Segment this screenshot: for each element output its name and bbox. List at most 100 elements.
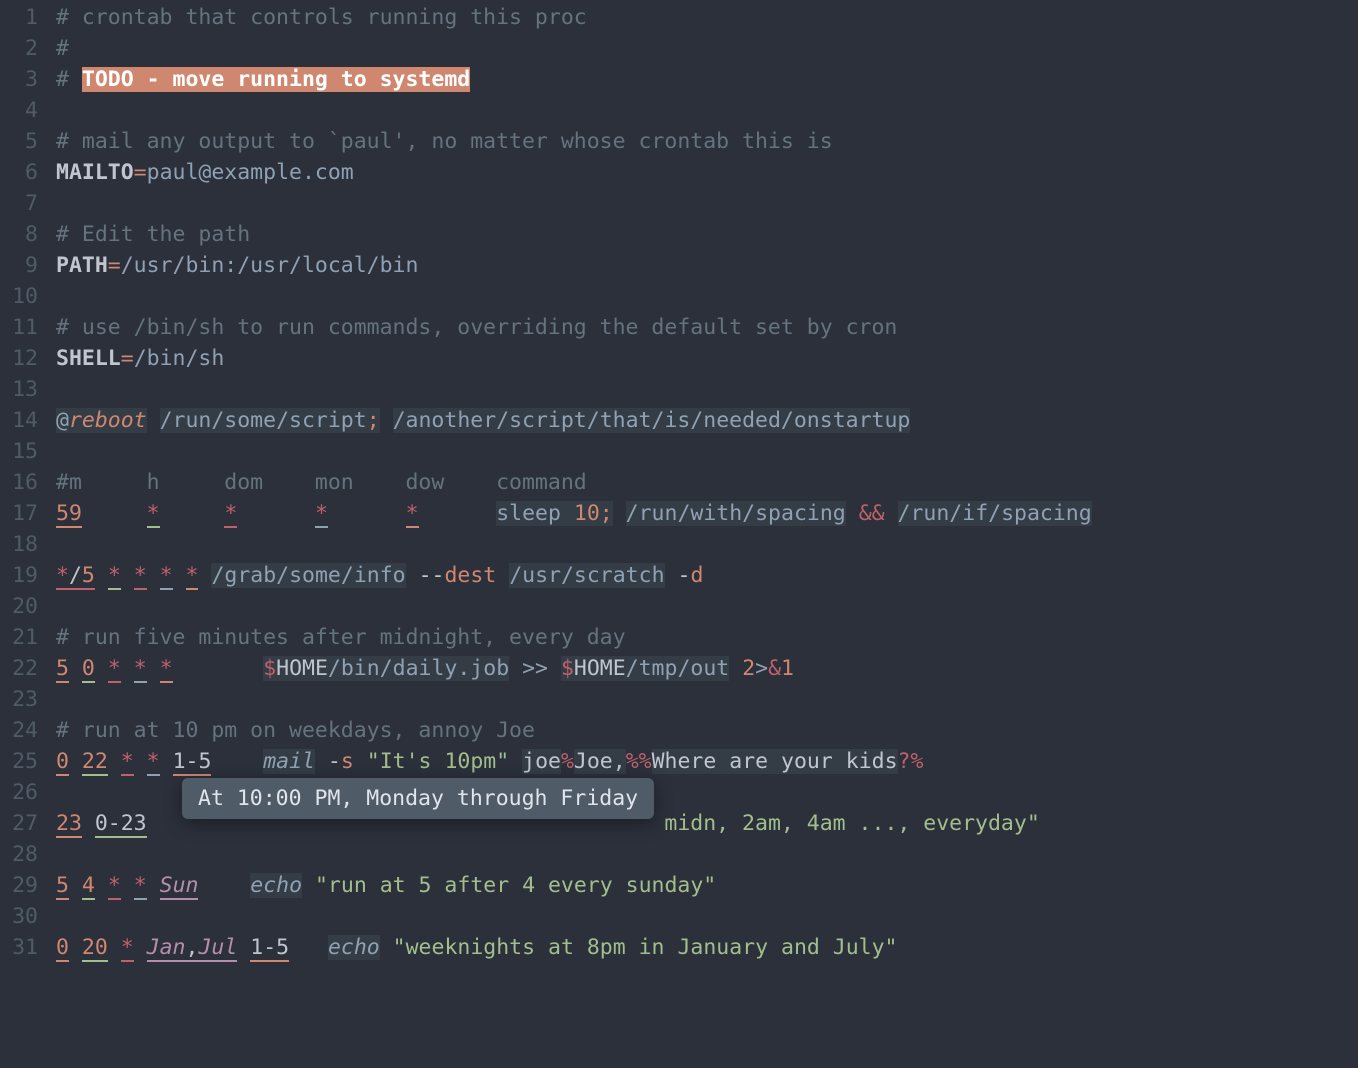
line-number: 1 [0,2,56,33]
mon-field: * [147,749,160,776]
code-line[interactable]: 7 [0,188,1358,219]
hover-tooltip: At 10:00 PM, Monday through Friday [182,778,654,819]
string-tail: midn, 2am, 4am ..., everyday" [664,811,1039,836]
code-line[interactable]: 30 [0,901,1358,932]
code-line[interactable]: 5 # mail any output to `paul', no matter… [0,126,1358,157]
script-path: /another/script/that/is/needed/onstartup [393,408,911,433]
line-number: 23 [0,684,56,715]
dollar: $ [561,656,574,681]
code-line[interactable]: 31 0 20 * Jan,Jul 1-5 echo "weeknights a… [0,932,1358,963]
comment: # Edit the path [56,222,250,247]
comment: # run at 10 pm on weekdays, annoy Joe [56,718,535,743]
dom-field: * [108,656,121,683]
line-number: 2 [0,33,56,64]
line-number: 22 [0,653,56,684]
mon-field: * [134,873,147,900]
fd-2: 2 [742,656,755,681]
code-line[interactable]: 1 # crontab that controls running this p… [0,2,1358,33]
minute-field: 0 [56,935,69,962]
code-line[interactable]: 6 MAILTO=paul@example.com [0,157,1358,188]
minute-step: 5 [82,563,95,588]
arg: joe [522,749,561,774]
arg: Joe, [574,749,626,774]
code-line[interactable]: 29 5 4 * * Sun echo "run at 5 after 4 ev… [0,870,1358,901]
line-number: 17 [0,498,56,529]
value: paul@example.com [147,160,354,185]
line-number: 9 [0,250,56,281]
code-line[interactable]: 18 [0,529,1358,560]
semicolon: ; [367,408,380,433]
code-line[interactable]: 19 */5 * * * * /grab/some/info --dest /u… [0,560,1358,591]
equals: = [108,253,121,278]
redirect: >> [522,656,548,681]
code-line[interactable]: 2 # [0,33,1358,64]
code-line[interactable]: 13 [0,374,1358,405]
equals: = [134,160,147,185]
line-number: 7 [0,188,56,219]
dow-field: 1-5 [250,935,289,962]
minute-field: 5 [56,873,69,900]
code-line[interactable]: 11 # use /bin/sh to run commands, overri… [0,312,1358,343]
cmd-mail: mail [263,749,315,774]
code-line[interactable]: 15 [0,436,1358,467]
dow-field: * [186,563,199,590]
line-number: 26 [0,777,56,808]
hour-field: 22 [82,749,108,776]
semicolon: ; [600,501,613,526]
redirect: > [755,656,768,681]
percent: % [911,749,924,774]
line-number: 24 [0,715,56,746]
code-line[interactable]: 4 [0,95,1358,126]
dollar: $ [263,656,276,681]
env-var: MAILTO [56,160,134,185]
at-symbol: @ [56,408,69,433]
code-line[interactable]: 23 [0,684,1358,715]
keyword-reboot: reboot [69,408,147,433]
string: "weeknights at 8pm in January and July" [393,935,898,960]
code-line[interactable]: 12 SHELL=/bin/sh [0,343,1358,374]
comment-header: #m h dom mon dow command [56,470,587,495]
dow-field: 1-5 [173,749,212,776]
code-line[interactable]: 8 # Edit the path [0,219,1358,250]
code-line[interactable]: 22 5 0 * * * $HOME/bin/daily.job >> $HOM… [0,653,1358,684]
question: ? [898,749,911,774]
minute-field: 23 [56,811,82,838]
comment: # crontab that controls running this pro… [56,5,587,30]
line-number: 4 [0,95,56,126]
code-line[interactable]: 10 [0,281,1358,312]
line-number: 8 [0,219,56,250]
dow-field: * [406,501,419,528]
line-number: 12 [0,343,56,374]
string: "run at 5 after 4 every sunday" [315,873,716,898]
code-line[interactable]: 16 #m h dom mon dow command [0,467,1358,498]
line-number: 21 [0,622,56,653]
code-line[interactable]: 28 [0,839,1358,870]
minute-star: * [56,563,69,588]
mon-field: * [315,501,328,528]
code-line[interactable]: 20 [0,591,1358,622]
option: d [690,563,703,588]
code-line[interactable]: 14 @reboot /run/some/script; /another/sc… [0,405,1358,436]
line-number: 29 [0,870,56,901]
value: /usr/bin:/usr/local/bin [121,253,419,278]
script-path: /run/some/script [160,408,367,433]
code-line[interactable]: 24 # run at 10 pm on weekdays, annoy Joe [0,715,1358,746]
comment: # run five minutes after midnight, every… [56,625,626,650]
script-path: /bin/daily.job [328,656,509,681]
option: dest [444,563,496,588]
code-line[interactable]: 9 PATH=/usr/bin:/usr/local/bin [0,250,1358,281]
dom-field: * [121,935,134,962]
code-line[interactable]: 3 # TODO - move running to systemd [0,64,1358,95]
code-line[interactable]: 17 59 * * * * sleep 10; /run/with/spacin… [0,498,1358,529]
cmd-sleep: sleep [496,501,561,526]
code-line[interactable]: 21 # run five minutes after midnight, ev… [0,622,1358,653]
dash: - [328,749,341,774]
number: 10 [574,501,600,526]
line-number: 30 [0,901,56,932]
dow-sun: Sun [160,873,199,900]
comment: # mail any output to `paul', no matter w… [56,129,833,154]
amp: & [768,656,781,681]
env-var: PATH [56,253,108,278]
cmd-echo: echo [328,935,380,960]
code-line[interactable]: 25 0 22 * * 1-5 mail -s "It's 10pm" joe%… [0,746,1358,777]
